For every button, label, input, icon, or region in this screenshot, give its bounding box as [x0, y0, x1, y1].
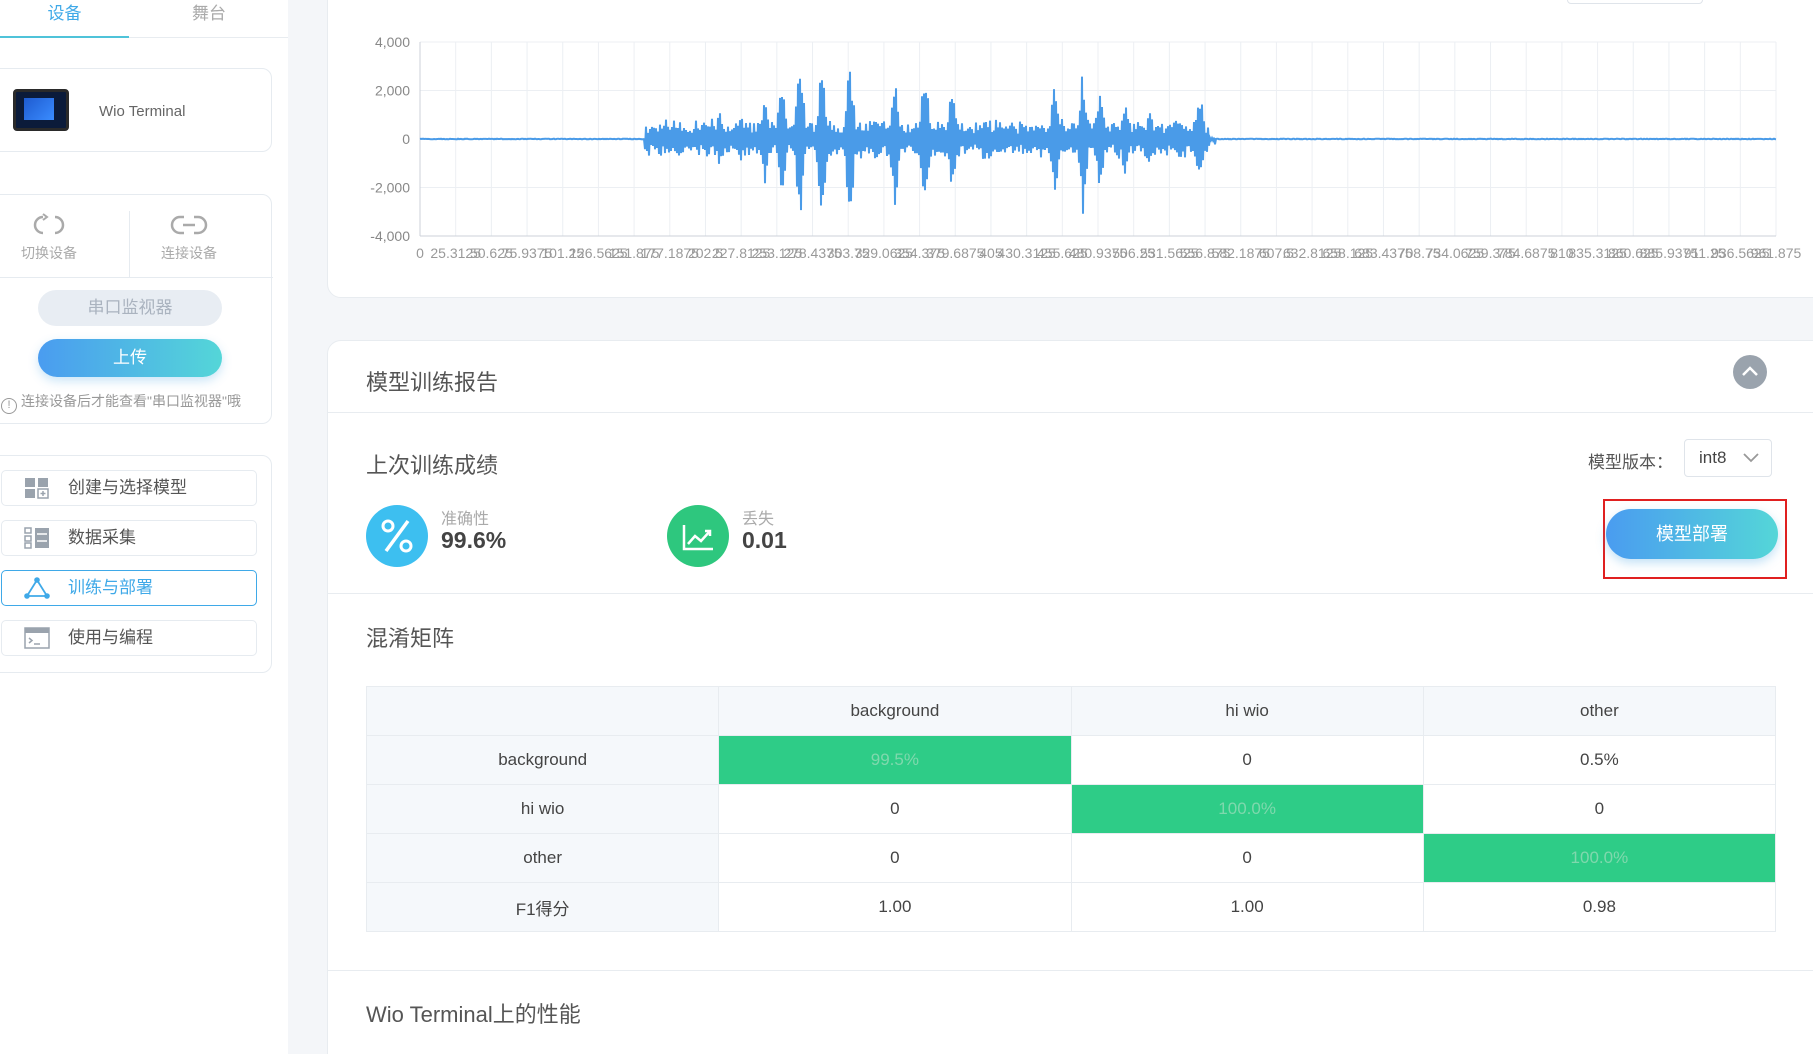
matrix-cell: 0 — [1422, 784, 1777, 834]
chevron-down-icon — [1743, 453, 1759, 463]
grid-plus-icon — [25, 478, 49, 499]
column-header: background — [718, 686, 1072, 736]
menu-label: 创建与选择模型 — [68, 478, 187, 497]
waveform-chart: 4,0002,0000-2,000-4,0000 25.312550.62575.… — [370, 34, 1802, 261]
menu-item-data-collection[interactable]: 数据采集 — [1, 520, 257, 556]
matrix-cell: 99.5% — [718, 735, 1072, 785]
percent-icon — [366, 505, 428, 567]
matrix-cell: 100.0% — [1422, 833, 1777, 883]
column-header: other — [1422, 686, 1777, 736]
data-list-icon — [24, 527, 49, 549]
matrix-cell: 0 — [1070, 735, 1424, 785]
matrix-cell: 1.00 — [1070, 882, 1424, 932]
matrix-cell: 0.5% — [1422, 735, 1777, 785]
y-tick-label: 0 — [402, 131, 410, 147]
workflow-menu: 创建与选择模型 数据采集 训练与部署 使用与编程 — [0, 455, 272, 673]
matrix-cell: 0 — [718, 833, 1072, 883]
y-tick-label: -4,000 — [370, 228, 410, 244]
matrix-cell: 0 — [718, 784, 1072, 834]
report-header-divider — [328, 412, 1813, 413]
row-header: other — [365, 833, 720, 883]
metrics-divider — [328, 593, 1813, 594]
y-tick-label: 4,000 — [375, 34, 410, 50]
menu-label: 训练与部署 — [68, 578, 153, 597]
matrix-cell: 0 — [1070, 833, 1424, 883]
matrix-cell: 0.98 — [1422, 882, 1777, 932]
loss-value: 0.01 — [742, 527, 787, 553]
y-tick-label: -2,000 — [370, 180, 410, 196]
terminal-window-icon — [24, 627, 50, 649]
x-tick-label: 0 — [416, 245, 424, 261]
collapse-button[interactable] — [1733, 355, 1767, 389]
exclamation-icon: ! — [1, 398, 17, 414]
chevron-up-icon — [1742, 366, 1758, 376]
column-header: hi wio — [1070, 686, 1424, 736]
model-version-label: 模型版本： — [1588, 453, 1673, 472]
x-tick-label: 961.875 — [1751, 245, 1802, 261]
table-row: background 99.5% 0 0.5% — [365, 735, 1777, 785]
accuracy-value: 99.6% — [441, 527, 507, 553]
performance-title: Wio Terminal上的性能 — [366, 1002, 581, 1027]
y-tick-label: 2,000 — [375, 83, 410, 99]
serial-monitor-hint: ! 连接设备后才能查看"串口监视器"哦 — [1, 391, 241, 414]
table-row: F1得分 1.00 1.00 0.98 — [365, 882, 1777, 932]
hint-text: 连接设备后才能查看"串口监视器"哦 — [21, 393, 241, 409]
last-training-title: 上次训练成绩 — [366, 453, 499, 478]
row-header: background — [365, 735, 720, 785]
trend-chart-icon — [667, 505, 729, 567]
matrix-divider — [328, 970, 1813, 971]
matrix-cell: 1.00 — [718, 882, 1072, 932]
menu-label: 数据采集 — [68, 528, 136, 547]
row-header: F1得分 — [365, 882, 720, 932]
menu-item-use-program[interactable]: 使用与编程 — [1, 620, 257, 656]
model-deploy-button[interactable]: 模型部署 — [1606, 509, 1778, 559]
menu-label: 使用与编程 — [68, 628, 153, 647]
model-version-select[interactable]: int8 — [1684, 439, 1772, 477]
menu-item-train-deploy[interactable]: 训练与部署 — [1, 570, 257, 606]
upload-button[interactable]: 上传 — [38, 339, 222, 377]
confusion-matrix-table: background hi wio other background 99.5%… — [365, 686, 1777, 932]
table-header-row: background hi wio other — [365, 686, 1777, 736]
confusion-matrix-title: 混淆矩阵 — [366, 626, 455, 651]
report-title: 模型训练报告 — [366, 370, 499, 395]
x-tick-label: 379.6875 — [926, 245, 985, 261]
loss-label: 丢失 — [742, 511, 775, 528]
network-triangle-icon — [24, 577, 50, 599]
table-row: other 0 0 100.0% — [365, 833, 1777, 883]
model-version-value: int8 — [1699, 448, 1727, 467]
row-header: hi wio — [365, 784, 720, 834]
accuracy-label: 准确性 — [441, 511, 490, 528]
matrix-cell: 100.0% — [1070, 784, 1424, 834]
corner-cell — [365, 686, 720, 736]
table-row: hi wio 0 100.0% 0 — [365, 784, 1777, 834]
training-report-panel: 模型训练报告 上次训练成绩 准确性 99.6% 丢失 0.01 模型版本： in… — [327, 340, 1813, 1054]
menu-item-create-model[interactable]: 创建与选择模型 — [1, 470, 257, 506]
x-tick-label: 784.6875 — [1497, 245, 1556, 261]
